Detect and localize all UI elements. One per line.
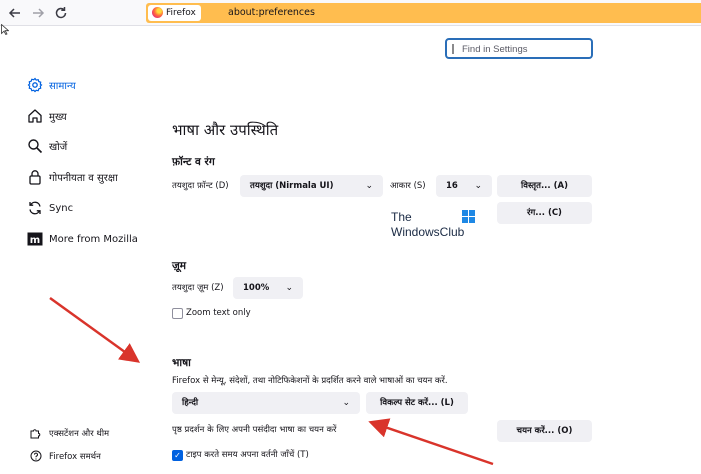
puzzle-icon [30,429,41,439]
spellcheck-label: टाइप करते समय अपना वर्तनी जाँचें (T) [186,450,309,460]
sidebar-footer-label: एक्सटेंशन और थीम [49,428,110,439]
mozilla-icon: m [27,232,43,246]
advanced-fonts-button[interactable]: विस्तृत... (A) [497,175,592,197]
default-font-dropdown[interactable]: तयशुदा (Nirmala UI) ⌄ [240,175,383,197]
reload-icon[interactable] [52,4,70,22]
fonts-heading: फ़ॉन्ट व रंग [172,156,215,168]
sidebar-footer-support[interactable]: Firefox समर्थन [30,449,101,463]
sidebar-item-sync[interactable]: Sync [27,198,73,218]
default-font-label: तयशुदा फ़ॉन्ट (D) [172,181,229,191]
default-zoom-dropdown[interactable]: 100% ⌄ [233,277,303,299]
font-size-value: 16 [446,181,458,191]
browser-toolbar: Firefox about:preferences [0,0,701,26]
font-size-dropdown[interactable]: 16 ⌄ [436,175,492,197]
sidebar-item-label: More from Mozilla [49,233,138,245]
language-value: हिन्दी [182,398,199,408]
firefox-logo-icon [152,7,163,18]
identity-label: Firefox [166,8,196,18]
chevron-down-icon: ⌄ [342,398,350,408]
zoom-text-only-label: Zoom text only [186,308,251,318]
choose-language-button[interactable]: चयन करें... (O) [497,420,592,442]
default-zoom-value: 100% [243,283,270,293]
sidebar-footer-extensions[interactable]: एक्सटेंशन और थीम [30,426,109,440]
watermark-line2: WindowsClub [391,225,465,239]
search-icon [452,44,454,54]
url-bar[interactable]: Firefox about:preferences [146,3,701,23]
section-title: भाषा और उपस्थिति [172,121,279,139]
search-input[interactable] [462,41,587,57]
chevron-down-icon: ⌄ [365,181,373,191]
sidebar-item-general[interactable]: सामान्य [27,75,76,95]
language-heading: भाषा [172,357,191,369]
watermark: The WindowsClub [391,210,481,242]
sidebar-item-label: सामान्य [49,81,76,92]
home-icon [28,109,42,123]
sync-icon [29,201,41,215]
default-zoom-label: तयशुदा ज़ूम (Z) [172,283,224,293]
settings-search-box[interactable] [445,38,593,59]
zoom-text-only-checkbox[interactable] [172,308,183,319]
sidebar-item-label: गोपनीयता व सुरक्षा [49,173,118,184]
chevron-down-icon: ⌄ [474,181,482,191]
page-language-label: पृष्ठ प्रदर्शन के लिए अपनी पसंदीदा भाषा … [172,425,337,435]
language-dropdown[interactable]: हिन्दी ⌄ [172,392,360,414]
sidebar-item-search[interactable]: खोजें [27,136,67,156]
lock-icon [29,170,41,185]
identity-box[interactable]: Firefox [148,5,201,21]
sidebar-footer-label: Firefox समर्थन [49,451,101,462]
language-description: Firefox से मेन्यू, संदेशों, तथा नोटिफिके… [172,376,448,386]
chevron-down-icon: ⌄ [285,283,293,293]
colors-button[interactable]: रंग... (C) [497,202,592,224]
arrow-to-language-heading [49,296,141,363]
forward-arrow-icon[interactable] [29,4,47,22]
default-font-value: तयशुदा (Nirmala UI) [250,181,334,191]
watermark-line1: The [391,210,412,224]
url-text[interactable]: about:preferences [228,3,315,23]
sidebar-item-more-from-mozilla[interactable]: m More from Mozilla [27,229,138,249]
search-icon [28,139,43,154]
back-arrow-icon[interactable] [6,4,24,22]
sidebar-item-label: मुख्य [49,112,67,123]
sidebar-item-label: खोजें [49,142,68,153]
mouse-cursor-icon [1,24,9,35]
spellcheck-checkbox[interactable]: ✓ [172,450,183,461]
gear-icon [27,77,43,93]
set-alternatives-button[interactable]: विकल्प सेट करें... (L) [366,392,468,414]
zoom-heading: ज़ूम [172,260,187,272]
sidebar-item-home[interactable]: मुख्य [27,106,67,126]
font-size-label: आकार (S) [390,181,426,191]
help-icon [30,450,42,462]
sidebar-item-label: Sync [49,202,74,214]
sidebar-item-privacy[interactable]: गोपनीयता व सुरक्षा [27,167,118,187]
svg-text:m: m [30,235,40,246]
windows-logo-icon [462,210,475,223]
